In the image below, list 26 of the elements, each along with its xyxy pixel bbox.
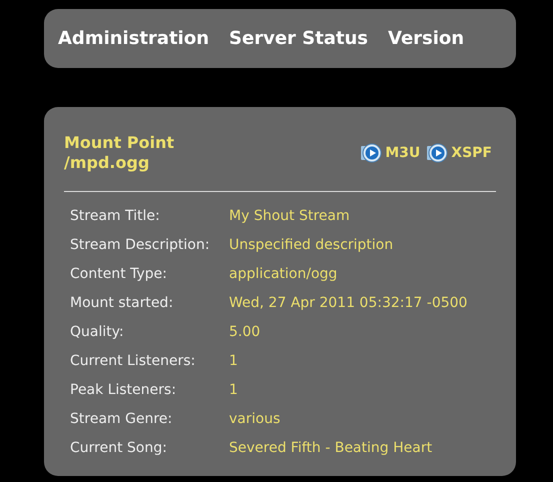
nav-link[interactable]: Version [388,28,464,49]
field-label: Current Song: [69,438,168,458]
field-value: 5.00 [228,322,262,342]
field-label: Stream Description: [69,236,211,254]
field-value: Unspecified description [228,236,394,254]
field-label: Stream Genre: [69,410,174,428]
mount-heading: Mount Point /mpd.ogg [64,133,176,173]
field-label: Peak Listeners: [69,380,178,400]
field-value: application/ogg [228,264,338,284]
field-value: My Shout Stream [228,206,351,226]
field-label: Quality: [69,322,125,342]
field-label: Current Listeners: [69,352,196,370]
field-value: Severed Fifth - Beating Heart [228,438,434,458]
field-label: Content Type: [69,264,168,284]
field-value: 1 [228,352,239,370]
field-label: Mount started: [69,294,174,312]
playlist-link[interactable]: M3U [360,143,420,163]
nav-link[interactable]: Server Status [229,28,368,49]
play-icon [360,143,382,163]
nav-link[interactable]: Administration [58,28,210,49]
field-value: Wed, 27 Apr 2011 05:32:17 -0500 [228,294,468,312]
field-value: 1 [228,380,239,400]
field-label: Stream Title: [69,206,161,226]
field-value: various [228,410,282,428]
play-icon [426,143,448,163]
playlist-link[interactable]: XSPF [426,143,492,163]
